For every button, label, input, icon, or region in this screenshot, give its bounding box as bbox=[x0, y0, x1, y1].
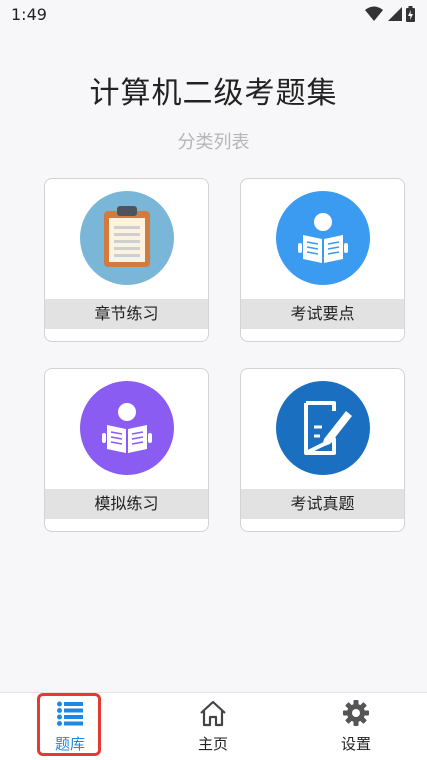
card-real-exam[interactable]: 考试真题 bbox=[240, 368, 405, 532]
card-label: 考试真题 bbox=[241, 489, 404, 519]
clipboard-icon bbox=[80, 191, 174, 285]
page-subtitle: 分类列表 bbox=[177, 132, 250, 153]
wifi-icon bbox=[365, 6, 383, 21]
page-title: 计算机二级考题集 bbox=[89, 76, 338, 111]
signal-icon bbox=[388, 7, 402, 21]
nav-label: 设置 bbox=[340, 735, 371, 753]
card-mock-practice[interactable]: 模拟练习 bbox=[44, 368, 209, 532]
card-exam-key-points[interactable]: 考试要点 bbox=[240, 178, 405, 342]
nav-home[interactable]: 主页 bbox=[163, 693, 263, 760]
gear-icon bbox=[343, 700, 369, 726]
nav-question-bank[interactable]: 题库 bbox=[20, 693, 120, 760]
home-icon bbox=[200, 700, 226, 727]
battery-icon bbox=[406, 6, 415, 22]
nav-label: 题库 bbox=[54, 735, 85, 753]
nav-settings[interactable]: 设置 bbox=[306, 693, 406, 760]
edit-pen-icon bbox=[276, 381, 370, 475]
reading-person-icon bbox=[80, 381, 174, 475]
bottom-nav: 题库 主页 设置 bbox=[0, 692, 427, 760]
reading-person-icon bbox=[276, 191, 370, 285]
card-label: 考试要点 bbox=[241, 299, 404, 329]
card-label: 模拟练习 bbox=[45, 489, 208, 519]
list-icon bbox=[57, 701, 83, 726]
nav-label: 主页 bbox=[197, 735, 228, 753]
card-label: 章节练习 bbox=[45, 299, 208, 329]
status-bar: 1:49 bbox=[0, 0, 427, 30]
card-chapter-practice[interactable]: 章节练习 bbox=[44, 178, 209, 342]
status-icons bbox=[365, 6, 415, 22]
status-time: 1:49 bbox=[11, 5, 47, 24]
